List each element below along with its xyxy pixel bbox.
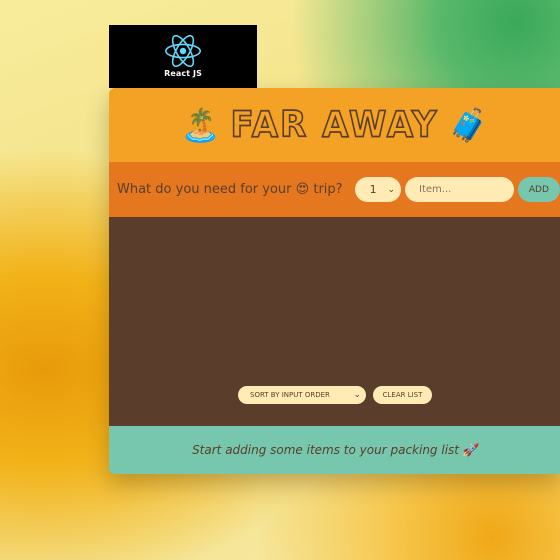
palm-island-icon: 🏝️ bbox=[180, 106, 221, 144]
app-header: 🏝️ FAR AWAY 🧳 bbox=[109, 88, 560, 162]
sort-select[interactable]: SORT BY INPUT ORDER ⌄ bbox=[238, 386, 366, 404]
app-title: FAR AWAY bbox=[230, 103, 439, 147]
clear-list-button[interactable]: CLEAR LIST bbox=[373, 386, 432, 404]
stats-footer: Start adding some items to your packing … bbox=[109, 426, 560, 474]
item-input-placeholder: Item... bbox=[419, 184, 452, 195]
quantity-value: 1 bbox=[369, 183, 377, 196]
form-question: What do you need for your 😍 trip? bbox=[117, 182, 343, 197]
stats-text: Start adding some items to your packing … bbox=[192, 443, 459, 457]
heart-eyes-icon: 😍 bbox=[295, 182, 310, 197]
quantity-select[interactable]: 1 ⌄ bbox=[354, 177, 402, 202]
luggage-icon: 🧳 bbox=[448, 106, 489, 144]
sort-value: SORT BY INPUT ORDER bbox=[250, 391, 330, 399]
add-button[interactable]: ADD bbox=[517, 177, 560, 202]
list-actions: SORT BY INPUT ORDER ⌄ CLEAR LIST bbox=[238, 386, 432, 404]
react-logo-icon bbox=[165, 35, 201, 67]
add-item-form: What do you need for your 😍 trip? 1 ⌄ It… bbox=[109, 162, 560, 217]
chevron-down-icon: ⌄ bbox=[353, 390, 361, 400]
react-js-label: React JS bbox=[164, 69, 202, 78]
item-input[interactable]: Item... bbox=[405, 177, 514, 202]
chevron-down-icon: ⌄ bbox=[387, 184, 396, 195]
far-away-app: 🏝️ FAR AWAY 🧳 What do you need for your … bbox=[109, 88, 560, 474]
packing-list: SORT BY INPUT ORDER ⌄ CLEAR LIST bbox=[109, 217, 560, 426]
question-text-end: trip? bbox=[313, 182, 343, 197]
react-js-badge: React JS bbox=[109, 25, 257, 88]
rocket-icon: 🚀 bbox=[461, 443, 477, 457]
question-text-start: What do you need for your bbox=[117, 182, 292, 197]
